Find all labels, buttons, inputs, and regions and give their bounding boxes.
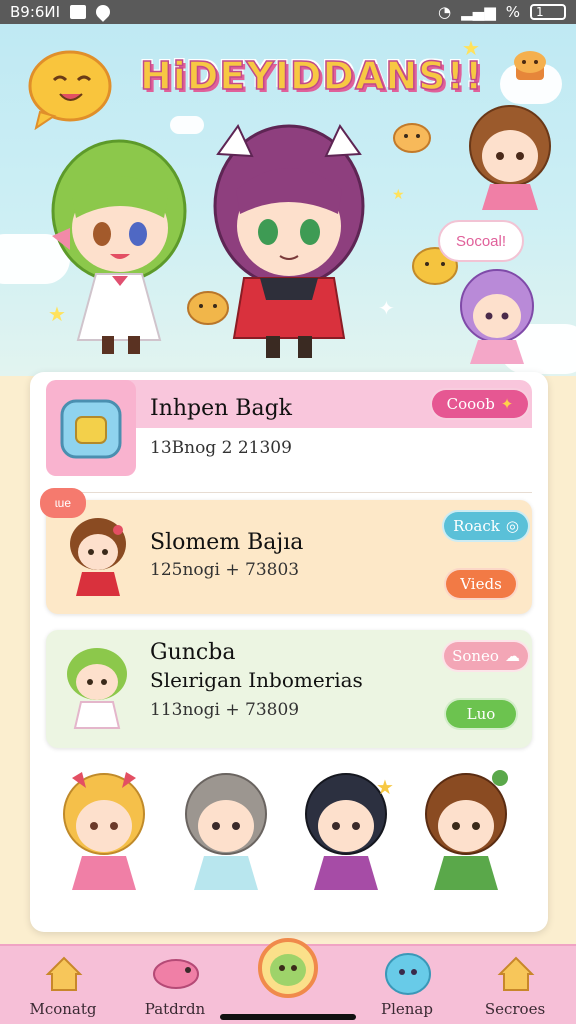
nav-label: Mconatg (29, 1000, 97, 1018)
button-label: Luo (466, 705, 496, 723)
button-label: Soneo (452, 647, 499, 665)
notification-icon (70, 5, 87, 19)
green-hair-girl-illustration (51, 139, 187, 354)
item-title: Guncba (150, 640, 236, 665)
star-icon: ★ (462, 38, 480, 60)
luo-button[interactable]: Luo (444, 698, 518, 730)
green-girl-avatar (67, 648, 127, 729)
jar-icon (60, 399, 122, 459)
cloud-decoration (170, 116, 204, 134)
status-right: ◔ ▂▄▆ % 1 (438, 3, 566, 21)
nav-item-secroes[interactable]: Secroes (460, 946, 570, 1024)
nav-item-plenap[interactable]: Plenap (352, 946, 462, 1024)
nav-label: Secroes (484, 1000, 546, 1018)
nav-label: Patdrdn (144, 1000, 206, 1018)
wifi-icon: ◔ (438, 3, 452, 21)
location-icon (93, 2, 113, 22)
character-gallery: ★ (46, 768, 532, 918)
speech-bubble: Socoal! (438, 220, 524, 262)
battery-level: 1 (536, 5, 544, 19)
button-label: Cooob (446, 395, 495, 413)
bubble-character-icon (385, 953, 431, 995)
home-indicator[interactable] (220, 1014, 356, 1020)
center-character-button[interactable] (258, 938, 318, 998)
main-card: Inhpen Bagk 13Bnog 2 21309 Cooob ✦ ɩue S… (30, 372, 548, 932)
button-label: Roack (453, 517, 500, 535)
swirl-icon: ◎ (505, 517, 519, 535)
list-item[interactable]: Guncba Sleırigan Inbomerias 113nogi + 73… (46, 630, 532, 748)
purple-hair-girl-illustration (213, 124, 365, 358)
nav-item-patdrdn[interactable]: Patdrdn (120, 946, 230, 1024)
bottom-navigation: Mconatg Patdrdn Plenap Secroes (0, 938, 576, 1024)
blonde-girl-character[interactable] (54, 768, 154, 908)
star-icon: ★ (392, 186, 405, 202)
battery-icon: 1 (530, 4, 566, 20)
item-thumbnail (46, 380, 136, 476)
mascot-icon (28, 50, 112, 130)
item-title: Inhpen Bagk (150, 396, 292, 421)
item-subtitle: 13Bnog 2 21309 (150, 438, 292, 458)
sparkle-icon: ✦ (500, 395, 514, 413)
brown-hair-girl-illustration (469, 105, 551, 210)
bird-icon (153, 959, 199, 989)
dark-hair-girl-character[interactable]: ★ (296, 768, 396, 908)
cloud-icon: ☁ (504, 647, 520, 665)
button-label: Vieds (460, 575, 502, 593)
star-icon: ✦ (378, 298, 395, 320)
brown-girl-avatar (70, 518, 126, 596)
hero-banner: HiDEYIDDANS!! ★ ★ ★ ✦ Socoal! (0, 24, 576, 376)
item-title-secondary: Sleırigan Inbomerias (150, 668, 363, 692)
vieds-button[interactable]: Vieds (444, 568, 518, 600)
list-item[interactable]: ɩue Slomem Bajıa 125nogi + 73803 Roack ◎… (40, 488, 532, 614)
nav-label: Plenap (381, 1000, 433, 1018)
muffin-icon (514, 51, 546, 80)
item-subtitle: 113nogi + 73809 (150, 700, 300, 720)
bun-mascot-icon (187, 291, 229, 325)
brown-hair-girl-character[interactable] (416, 768, 526, 908)
house-icon (497, 956, 535, 991)
item-title: Slomem Bajıa (150, 530, 304, 555)
center-character-icon (270, 954, 306, 986)
svg-text:★: ★ (376, 777, 394, 799)
status-left: B9:6ИI (10, 2, 113, 22)
nav-item-home[interactable]: Mconatg (8, 946, 118, 1024)
status-time: B9:6ИI (10, 3, 61, 21)
bun-mascot-icon (393, 123, 431, 153)
lilac-hair-girl-illustration (460, 269, 534, 364)
roack-button[interactable]: Roack ◎ (442, 510, 530, 542)
divider (46, 492, 532, 493)
soneo-button[interactable]: Soneo ☁ (442, 640, 530, 672)
status-percent: % (505, 3, 520, 21)
list-item[interactable]: Inhpen Bagk 13Bnog 2 21309 Cooob ✦ (46, 380, 532, 484)
status-bar: B9:6ИI ◔ ▂▄▆ % 1 (0, 0, 576, 24)
grey-hair-girl-character[interactable] (176, 768, 276, 908)
house-icon (45, 956, 83, 991)
app-title: HiDEYIDDANS!! (139, 53, 484, 99)
signal-icon: ▂▄▆ (461, 3, 496, 21)
cooob-button[interactable]: Cooob ✦ (430, 388, 530, 420)
item-subtitle: 125nogi + 73803 (150, 560, 300, 580)
